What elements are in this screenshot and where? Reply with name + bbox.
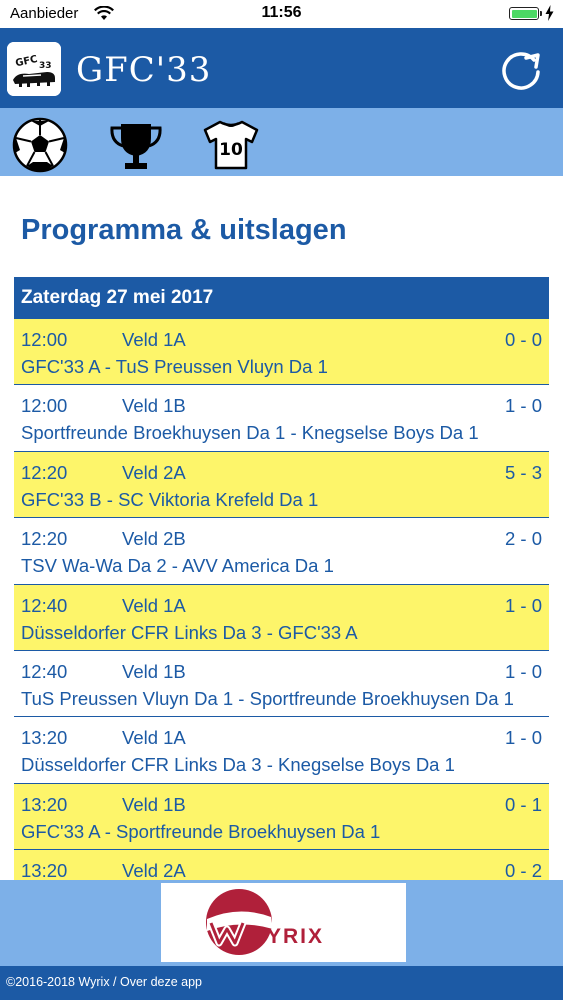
svg-text:33: 33 [39, 61, 52, 71]
app-header: GFC 33 GFC'33 [0, 28, 563, 108]
match-score: 0 - 0 [504, 329, 542, 350]
match-time: 12:00 [21, 395, 68, 417]
match-teams: Sportfreunde Broekhuysen Da 1 - Knegsels… [21, 422, 479, 444]
match-row[interactable]: 12:00 Veld 1B 1 - 0 Sportfreunde Broekhuyse… [14, 385, 549, 452]
match-field: Veld 2B [122, 528, 186, 550]
football-icon [12, 117, 68, 173]
match-row[interactable]: 12:40 Veld 1B 1 - 0 TuS Preussen Vluyn Da 1… [14, 651, 549, 718]
battery-level-fill [511, 9, 537, 18]
match-time: 13:20 [21, 793, 68, 815]
match-teams: Düsseldorfer CFR Links Da 3 - GFC'33 A [21, 621, 358, 643]
tab-teams[interactable]: 10 [202, 116, 260, 174]
tab-bar: 10 [0, 108, 563, 176]
match-field: Veld 1B [122, 395, 186, 417]
match-field: Veld 2A [122, 461, 186, 483]
trophy-icon [110, 124, 162, 169]
match-score: 1 - 0 [504, 395, 542, 417]
match-teams: TuS Preussen Vluyn Da 1 - Sportfreunde B… [21, 687, 514, 709]
match-score: 1 - 0 [504, 727, 542, 749]
match-score: 5 - 3 [504, 461, 542, 483]
match-list[interactable]: Zaterdag 27 mei 2017 12:00 Veld 1A 0 - 0 GF… [14, 277, 549, 881]
match-time: 12:40 [21, 660, 68, 682]
match-score: 0 - 1 [504, 793, 542, 815]
match-row[interactable]: 12:00 Veld 1A 0 - 0 GFC'33 A - TuS Preussen… [14, 319, 549, 386]
status-bar: Aanbieder 11:56 [0, 0, 563, 28]
match-row[interactable]: 13:20 Veld 2A 0 - 2 [14, 850, 549, 881]
match-time: 12:20 [21, 461, 68, 483]
battery-tip [540, 11, 542, 16]
ad-wyrix[interactable]: YRIX [161, 883, 406, 962]
clock-time: 11:56 [261, 4, 302, 21]
match-row[interactable]: 13:20 Veld 1B 0 - 1 GFC'33 A - Sportfreunde… [14, 783, 549, 851]
match-time: 13:20 [21, 727, 68, 749]
footer: ©2016-2018 Wyrix / Over deze app [0, 966, 563, 1000]
match-time: 12:40 [21, 594, 68, 616]
date-header: Zaterdag 27 mei 2017 [14, 277, 549, 319]
match-field: Veld 2A [122, 860, 186, 881]
match-field: Veld 1A [122, 329, 186, 350]
charging-bolt-icon [545, 5, 554, 26]
match-score: 0 - 2 [504, 860, 542, 881]
match-score: 1 - 0 [504, 594, 542, 616]
match-teams: TSV Wa-Wa Da 2 - AVV America Da 1 [21, 555, 334, 577]
match-field: Veld 1A [122, 594, 186, 616]
match-teams: GFC'33 B - SC Viktoria Krefeld Da 1 [21, 488, 319, 510]
match-teams: GFC'33 A - TuS Preussen Vluyn Da 1 [21, 356, 328, 377]
jersey-number: 10 [219, 140, 243, 160]
match-time: 12:00 [21, 329, 68, 350]
match-field: Veld 1A [122, 727, 186, 749]
app-title: GFC'33 [76, 50, 212, 90]
match-score: 1 - 0 [504, 660, 542, 682]
match-row[interactable]: 12:40 Veld 1A 1 - 0 Düsseldorfer CFR Links … [14, 584, 549, 651]
match-row[interactable]: 12:20 Veld 2B 2 - 0 TSV Wa-Wa Da 2 - AVV Am… [14, 518, 549, 585]
match-rows: 12:00 Veld 1A 0 - 0 GFC'33 A - TuS Preussen… [14, 319, 549, 881]
match-row[interactable]: 12:20 Veld 2A 5 - 3 GFC'33 B - SC Viktoria … [14, 451, 549, 519]
match-teams: Düsseldorfer CFR Links Da 3 - Knegselse … [21, 754, 455, 776]
ad-brand-text: YRIX [267, 925, 324, 948]
match-time: 13:20 [21, 860, 68, 881]
match-time: 12:20 [21, 528, 68, 550]
club-logo-icon: GFC 33 [7, 42, 61, 96]
match-field: Veld 1B [122, 660, 186, 682]
match-score: 2 - 0 [504, 528, 542, 550]
jersey-icon: 10 [203, 120, 259, 170]
match-field: Veld 1B [122, 793, 186, 815]
footer-link[interactable]: ©2016-2018 Wyrix / Over deze app [6, 975, 202, 989]
match-teams: GFC'33 A - Sportfreunde Broekhuysen Da 1 [21, 820, 381, 842]
battery-icon [509, 7, 539, 20]
refresh-icon[interactable] [498, 46, 544, 92]
wyrix-logo-icon: YRIX [206, 889, 324, 955]
match-row[interactable]: 13:20 Veld 1A 1 - 0 Düsseldorfer CFR Links … [14, 717, 549, 784]
page-title: Programma & uitslagen [21, 214, 347, 246]
tab-competition[interactable] [107, 116, 165, 174]
tab-matches[interactable] [11, 116, 69, 174]
